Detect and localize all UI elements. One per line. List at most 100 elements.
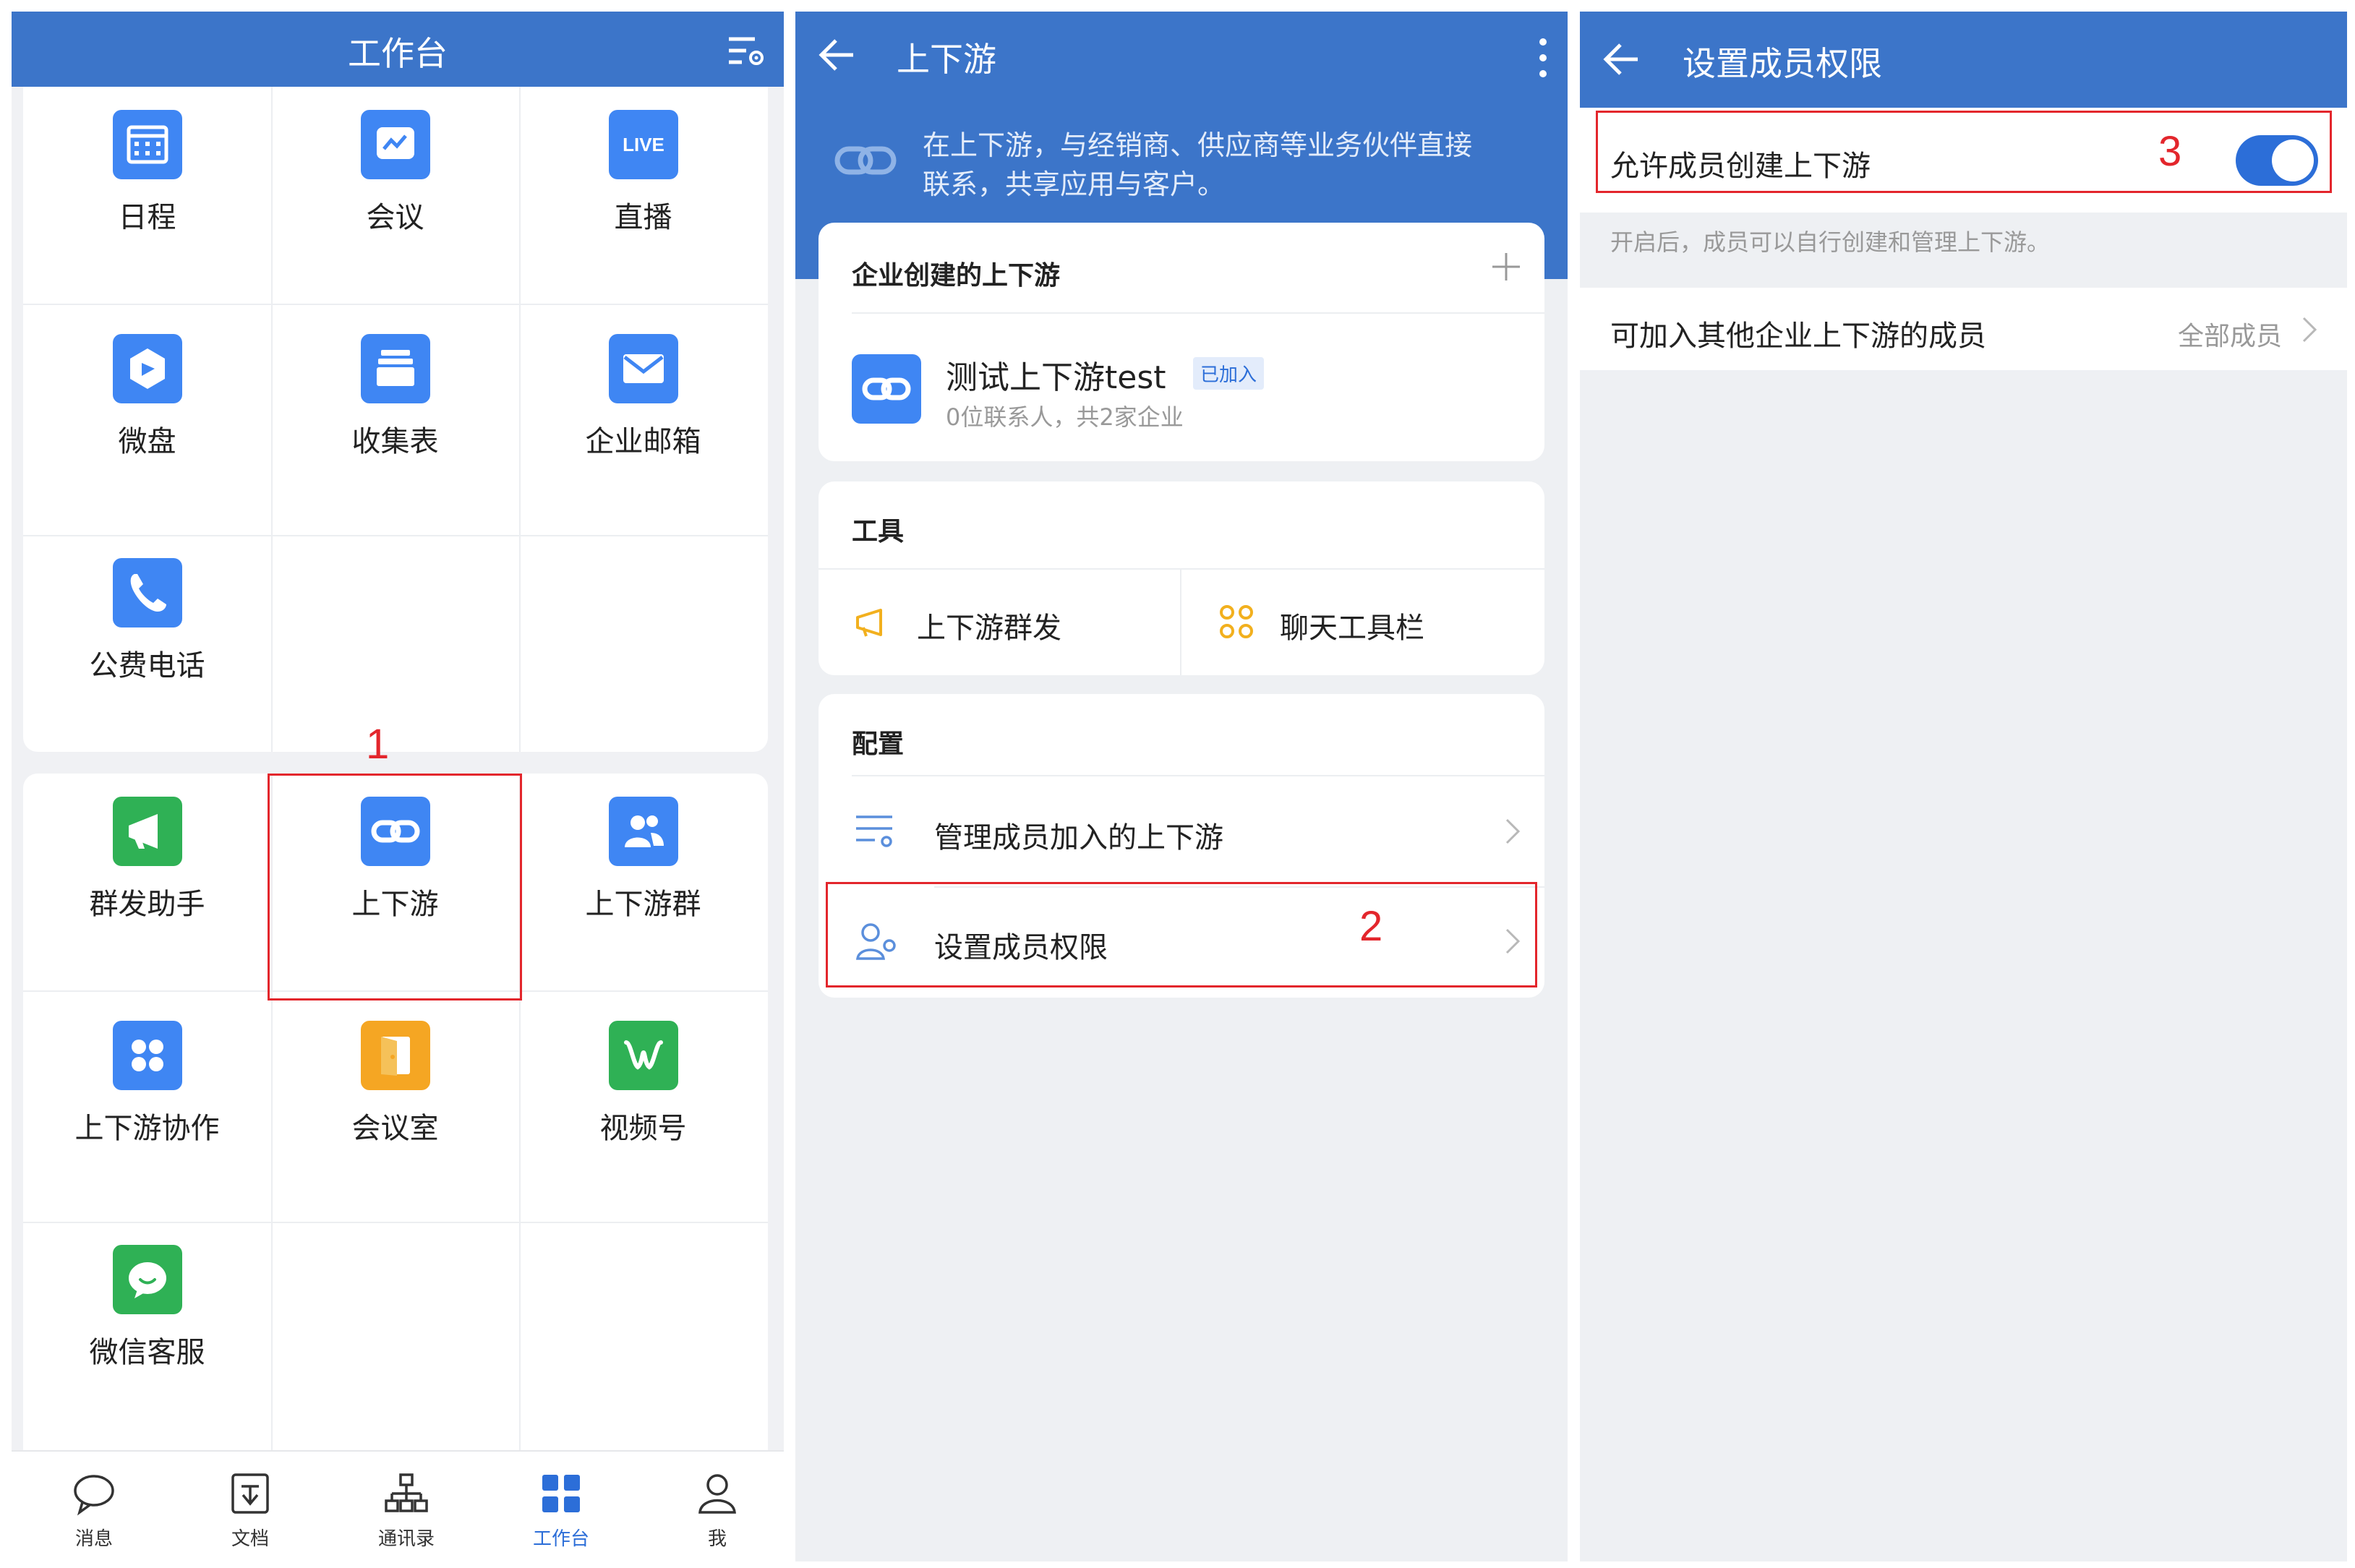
form-icon bbox=[361, 334, 430, 403]
step-number-1: 1 bbox=[366, 721, 390, 768]
joined-badge: 已加入 bbox=[1193, 357, 1265, 390]
app-door[interactable]: 会议室 bbox=[271, 998, 519, 1229]
created-partners-card: 企业创建的上下游 测试上下游test 已加入 0位联系人，共2家企业 bbox=[819, 223, 1544, 461]
app-label: 微信客服 bbox=[89, 1336, 205, 1369]
app-apps[interactable]: 上下游协作 bbox=[23, 998, 271, 1229]
nav-label: 工作台 bbox=[532, 1528, 589, 1550]
join-other-partners-value: 全部成员 bbox=[2177, 322, 2282, 351]
nav-doc[interactable]: 文档 bbox=[207, 1465, 294, 1551]
chevron-right-icon bbox=[1505, 818, 1521, 844]
highlight-box-3 bbox=[1596, 111, 2332, 193]
section-title-created: 企业创建的上下游 bbox=[852, 261, 1061, 291]
manage-joined-partners-label: 管理成员加入的上下游 bbox=[934, 821, 1223, 854]
door-icon bbox=[361, 1021, 430, 1090]
workbench-screen: 工作台 日程 会议 LIVE 直播 微盘 收集表 企业邮箱 公费电话 群发助手 上下游 上下游群上… bbox=[12, 12, 784, 1561]
doc-icon bbox=[231, 1473, 269, 1514]
app-label: 群发助手 bbox=[89, 888, 205, 921]
channels-icon bbox=[609, 1021, 678, 1090]
app-label: 收集表 bbox=[351, 425, 439, 458]
list-settings-icon bbox=[856, 815, 892, 847]
chat-bubble-icon bbox=[113, 1245, 182, 1314]
nav-label: 消息 bbox=[74, 1528, 113, 1550]
drive-icon bbox=[113, 334, 182, 403]
app-label: 会议室 bbox=[351, 1112, 439, 1145]
chevron-right-icon bbox=[2302, 317, 2317, 343]
intro-line-2: 联系，共享应用与客户。 bbox=[923, 168, 1226, 200]
group-icon bbox=[609, 797, 678, 866]
app-phone[interactable]: 公费电话 bbox=[23, 535, 271, 752]
partner-name: 测试上下游test bbox=[946, 359, 1166, 396]
app-label: 会议 bbox=[366, 201, 424, 234]
nav-label: 文档 bbox=[231, 1528, 269, 1550]
me-icon bbox=[698, 1474, 736, 1514]
partner-link-icon bbox=[852, 354, 921, 424]
mail-icon bbox=[609, 334, 678, 403]
app-meeting[interactable]: 会议 bbox=[271, 87, 519, 318]
app-label: 上下游群 bbox=[585, 888, 701, 921]
manage-joined-partners-row[interactable]: 管理成员加入的上下游 bbox=[819, 776, 1544, 885]
app-mail[interactable]: 企业邮箱 bbox=[519, 311, 767, 542]
app-calendar[interactable]: 日程 bbox=[23, 87, 271, 318]
apps-card-general: 日程 会议 LIVE 直播微盘 收集表 企业邮箱公费电话 bbox=[23, 87, 768, 752]
page-title: 上下游 bbox=[897, 40, 996, 79]
settings-filter-icon[interactable] bbox=[726, 33, 766, 69]
tool-broadcast[interactable]: 上下游群发 bbox=[819, 570, 1180, 675]
tools-card: 工具 上下游群发 聊天工具栏 bbox=[819, 481, 1544, 675]
nav-contacts[interactable]: 通讯录 bbox=[363, 1465, 450, 1551]
app-label: 日程 bbox=[118, 201, 176, 234]
toolbar-icon bbox=[1220, 605, 1253, 638]
section-title-tools: 工具 bbox=[852, 517, 905, 547]
tool-chat-toolbar[interactable]: 聊天工具栏 bbox=[1181, 570, 1544, 675]
phone-icon bbox=[113, 558, 182, 627]
nav-label: 通讯录 bbox=[377, 1528, 435, 1550]
add-icon[interactable] bbox=[1489, 250, 1523, 283]
member-permission-screen: 设置成员权限 允许成员创建上下游 3 开启后，成员可以自行创建和管理上下游。 可… bbox=[1580, 12, 2347, 1561]
app-label: 企业邮箱 bbox=[585, 425, 701, 458]
permission-header: 设置成员权限 bbox=[1580, 12, 2347, 108]
partner-item[interactable]: 测试上下游test 已加入 0位联系人，共2家企业 bbox=[819, 314, 1544, 461]
tool-broadcast-label: 上下游群发 bbox=[917, 612, 1061, 645]
app-form[interactable]: 收集表 bbox=[271, 311, 519, 542]
app-label: 视频号 bbox=[599, 1112, 687, 1145]
highlight-box-1 bbox=[268, 774, 522, 1001]
app-group[interactable]: 上下游群 bbox=[519, 774, 767, 1005]
highlight-box-2 bbox=[826, 882, 1537, 988]
join-other-partners-row[interactable]: 可加入其他企业上下游的成员 全部成员 bbox=[1580, 288, 2347, 370]
broadcast-icon bbox=[113, 797, 182, 866]
partners-screen: 上下游 在上下游，与经销商、供应商等业务伙伴直接 联系，共享应用与客户。 企业创… bbox=[795, 12, 1568, 1561]
app-chat-bubble[interactable]: 微信客服 bbox=[23, 1222, 271, 1450]
back-arrow-icon[interactable] bbox=[816, 33, 859, 77]
apps-icon bbox=[113, 1021, 182, 1090]
nav-workbench[interactable]: 工作台 bbox=[518, 1465, 604, 1551]
join-other-partners-label: 可加入其他企业上下游的成员 bbox=[1610, 320, 1986, 353]
intro-line-1: 在上下游，与经销商、供应商等业务伙伴直接 bbox=[923, 129, 1473, 161]
tool-chat-toolbar-label: 聊天工具栏 bbox=[1280, 612, 1424, 645]
app-live[interactable]: LIVE 直播 bbox=[519, 87, 767, 318]
partner-subtitle: 0位联系人，共2家企业 bbox=[946, 403, 1184, 431]
megaphone-icon bbox=[856, 609, 882, 637]
app-label: 微盘 bbox=[118, 425, 176, 458]
workbench-icon bbox=[542, 1475, 580, 1512]
step-number-3: 3 bbox=[2158, 128, 2182, 175]
bottom-nav: 消息 文档 通讯录 工作台 我 bbox=[12, 1450, 784, 1561]
section-title-config: 配置 bbox=[852, 729, 905, 759]
message-icon bbox=[74, 1475, 114, 1516]
nav-me[interactable]: 我 bbox=[674, 1465, 761, 1551]
more-menu-icon[interactable] bbox=[1536, 36, 1550, 80]
workbench-header: 工作台 bbox=[12, 12, 784, 87]
calendar-icon bbox=[113, 110, 182, 179]
app-drive[interactable]: 微盘 bbox=[23, 311, 271, 542]
app-label: 直播 bbox=[614, 201, 672, 234]
step-number-2: 2 bbox=[1359, 903, 1383, 950]
nav-message[interactable]: 消息 bbox=[51, 1465, 137, 1551]
app-label: 公费电话 bbox=[89, 649, 205, 682]
app-channels[interactable]: 视频号 bbox=[519, 998, 767, 1229]
nav-label: 我 bbox=[707, 1528, 727, 1550]
meeting-icon bbox=[361, 110, 430, 179]
app-broadcast[interactable]: 群发助手 bbox=[23, 774, 271, 1005]
link-intro-icon bbox=[834, 146, 897, 175]
app-label: 上下游协作 bbox=[74, 1112, 220, 1145]
back-arrow-icon[interactable] bbox=[1600, 38, 1644, 81]
contacts-icon bbox=[385, 1473, 428, 1512]
page-title: 设置成员权限 bbox=[1683, 44, 1882, 83]
